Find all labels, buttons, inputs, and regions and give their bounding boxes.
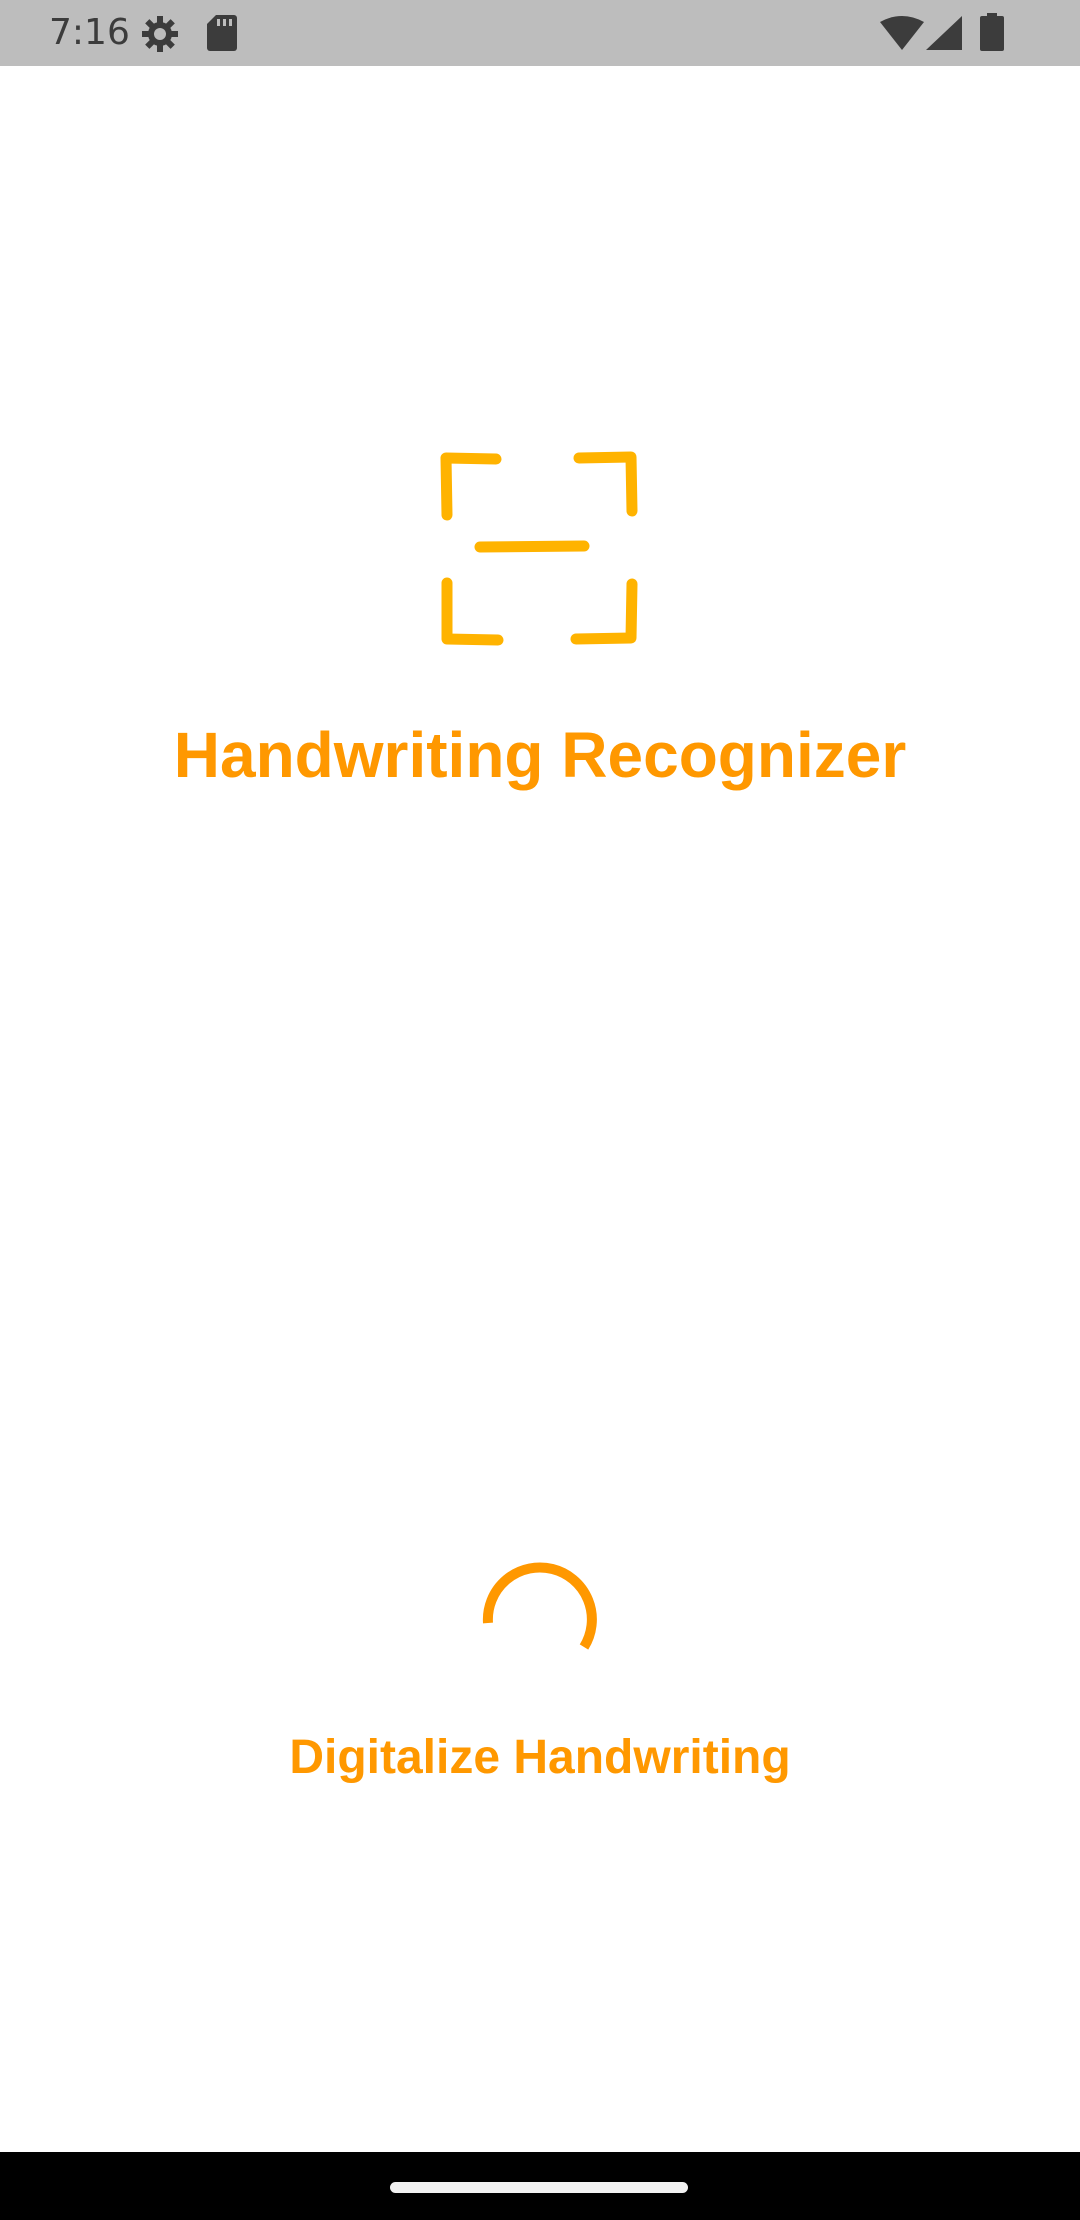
status-time: 7:16 (49, 12, 130, 53)
wifi-icon (880, 16, 924, 50)
scan-frame-icon (440, 451, 638, 646)
loading-spinner (482, 1562, 597, 1650)
app-tagline: Digitalize Handwriting (289, 1731, 791, 1784)
cell-signal-icon (926, 16, 962, 50)
status-bar: 7:16 (0, 0, 1080, 66)
splash-screen: Handwriting Recognizer Digitalize Handwr… (0, 66, 1080, 2152)
app-title: Handwriting Recognizer (173, 719, 907, 791)
home-gesture-handle[interactable] (390, 2182, 688, 2193)
battery-icon (980, 13, 1004, 51)
sd-card-icon (207, 15, 237, 51)
settings-gear-icon (142, 16, 178, 52)
navigation-bar (0, 2152, 1080, 2220)
